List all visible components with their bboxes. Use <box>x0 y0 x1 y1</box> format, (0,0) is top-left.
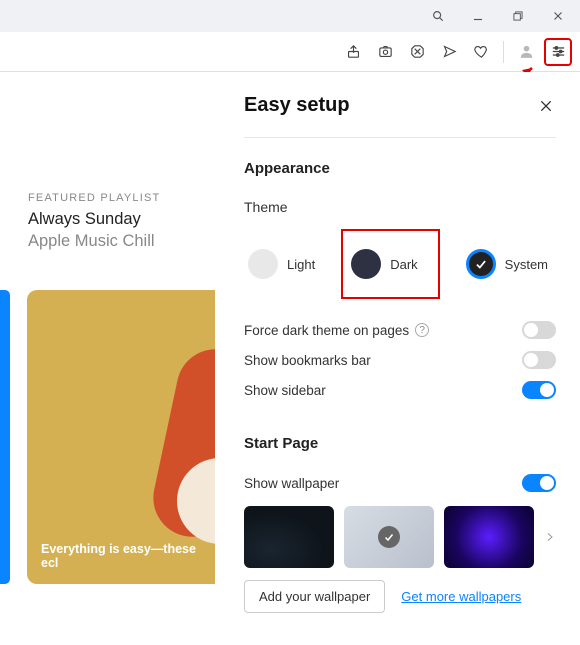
page-content: FEATURED PLAYLIST Always Sunday Apple Mu… <box>0 72 580 645</box>
featured-label: FEATURED PLAYLIST <box>28 192 215 204</box>
system-swatch-icon <box>466 249 496 279</box>
send-icon[interactable] <box>435 38 463 66</box>
theme-option-system[interactable]: System <box>462 241 552 287</box>
wallpaper-next-icon[interactable] <box>544 531 556 543</box>
window-titlebar <box>0 0 580 32</box>
add-wallpaper-button[interactable]: Add your wallpaper <box>244 580 385 613</box>
bookmarks-label: Show bookmarks bar <box>244 353 371 368</box>
sidebar-toggle[interactable] <box>522 381 556 399</box>
dark-swatch-icon <box>351 249 381 279</box>
force-dark-row: Force dark theme on pages ? <box>244 321 556 339</box>
show-wallpaper-toggle[interactable] <box>522 474 556 492</box>
wallpaper-row: Show wallpaper <box>244 474 556 492</box>
sidebar-row: Show sidebar <box>244 381 556 399</box>
heart-icon[interactable] <box>467 38 495 66</box>
panel-title: Easy setup <box>244 94 350 117</box>
scroll-indicator <box>0 290 10 584</box>
theme-label: Theme <box>244 199 556 215</box>
theme-light-label: Light <box>287 257 315 272</box>
theme-system-label: System <box>505 257 548 272</box>
easy-setup-icon[interactable] <box>544 38 572 66</box>
featured-artwork[interactable]: Everything is easy—these ecl <box>27 290 215 584</box>
divider <box>244 137 556 138</box>
appearance-heading: Appearance <box>244 160 556 177</box>
search-icon[interactable] <box>420 2 456 30</box>
force-dark-toggle[interactable] <box>522 321 556 339</box>
adblock-icon[interactable] <box>403 38 431 66</box>
help-icon[interactable]: ? <box>415 323 429 337</box>
artwork-caption: Everything is easy—these ecl <box>41 542 215 570</box>
theme-option-dark[interactable]: Dark <box>341 229 439 299</box>
light-swatch-icon <box>248 249 278 279</box>
sidebar-label: Show sidebar <box>244 383 326 398</box>
featured-playlist-block: FEATURED PLAYLIST Always Sunday Apple Mu… <box>0 192 215 253</box>
featured-subtitle: Apple Music Chill <box>28 230 215 252</box>
maximize-icon[interactable] <box>500 2 536 30</box>
browser-toolbar <box>0 32 580 72</box>
profile-icon[interactable] <box>512 38 540 66</box>
start-page-heading: Start Page <box>244 435 556 452</box>
minimize-icon[interactable] <box>460 2 496 30</box>
close-icon[interactable] <box>540 2 576 30</box>
wallpaper-picker <box>244 506 556 568</box>
theme-dark-label: Dark <box>390 257 417 272</box>
bookmarks-row: Show bookmarks bar <box>244 351 556 369</box>
toolbar-separator <box>503 41 504 63</box>
easy-setup-panel: Easy setup Appearance Theme Light Dark S… <box>220 72 580 645</box>
more-wallpapers-link[interactable]: Get more wallpapers <box>401 589 521 604</box>
wallpaper-option-2[interactable] <box>344 506 434 568</box>
snapshot-icon[interactable] <box>371 38 399 66</box>
share-icon[interactable] <box>339 38 367 66</box>
theme-option-light[interactable]: Light <box>244 241 319 287</box>
featured-title: Always Sunday <box>28 208 215 230</box>
panel-close-button[interactable] <box>536 96 556 116</box>
theme-selector: Light Dark System <box>244 229 556 299</box>
show-wallpaper-label: Show wallpaper <box>244 476 339 491</box>
force-dark-label: Force dark theme on pages <box>244 323 409 338</box>
wallpaper-option-1[interactable] <box>244 506 334 568</box>
checkmark-icon <box>378 526 400 548</box>
bookmarks-toggle[interactable] <box>522 351 556 369</box>
wallpaper-option-3[interactable] <box>444 506 534 568</box>
